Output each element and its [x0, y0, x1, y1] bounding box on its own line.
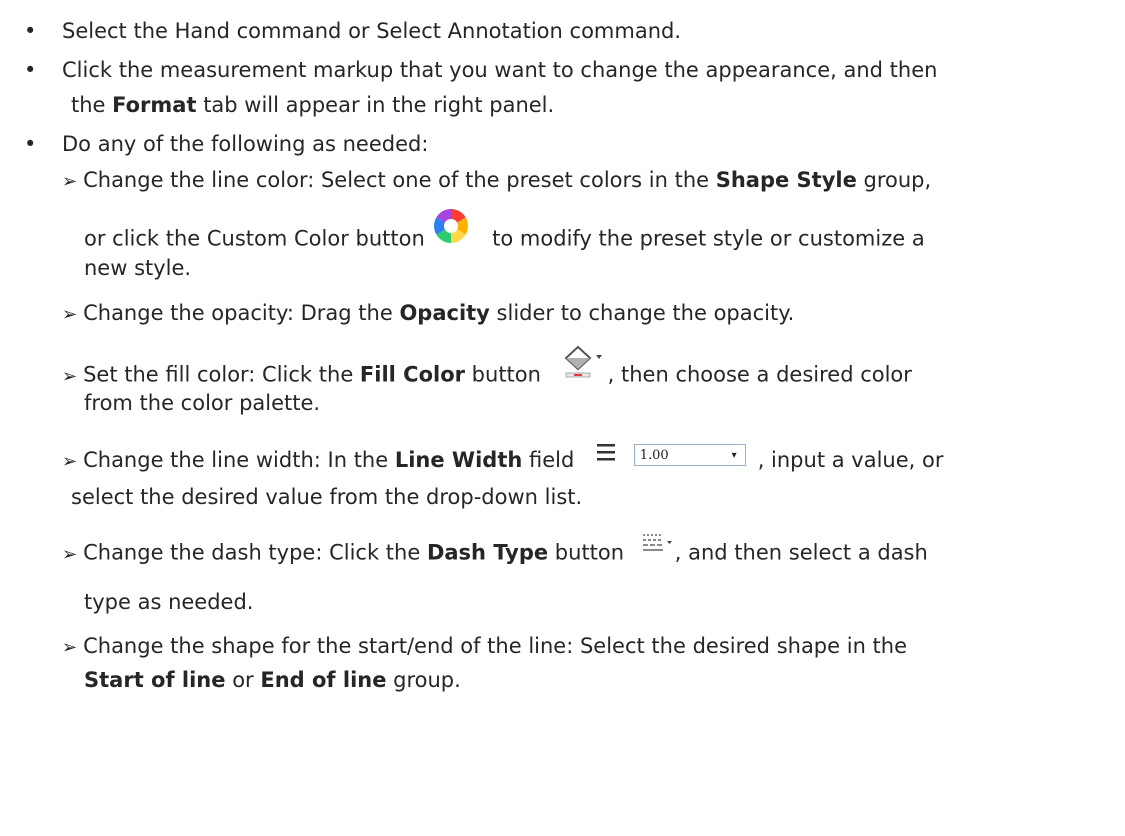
end-of-line-label: End of line [260, 668, 387, 692]
arrow-marker: ➢ [62, 365, 78, 387]
item-dash-type-line-2: type as needed. [84, 588, 253, 616]
text: select the desired value from the drop-d… [71, 485, 583, 509]
bullet-marker: • [24, 19, 37, 43]
text: new style. [84, 256, 192, 280]
text: or [225, 668, 261, 692]
opacity-label: Opacity [399, 301, 490, 325]
text: , input a value, or [757, 448, 944, 472]
text: button [548, 540, 625, 565]
bullet-marker: • [24, 58, 37, 82]
item-line-width-line-2: select the desired value from the drop-d… [71, 483, 582, 511]
text: group, [856, 168, 932, 192]
text: Change the shape for the start/end of th… [83, 634, 908, 658]
fill-color-label: Fill Color [359, 362, 465, 387]
bullet-1-text: Select the Hand command or Select Annota… [62, 19, 682, 43]
format-tab-label: Format [112, 93, 197, 117]
arrow-marker: ➢ [62, 171, 78, 192]
chevron-down-icon: ▾ [731, 450, 737, 461]
bullet-2-text: Click the measurement markup that you wa… [62, 58, 938, 82]
text: group. [386, 668, 461, 692]
text: , and then select a dash [674, 540, 928, 565]
line-width-label: Line Width [394, 448, 523, 472]
text: Set the fill color: Click the [83, 362, 360, 387]
arrow-marker: ➢ [62, 304, 78, 325]
line-width-icon [595, 441, 617, 470]
text: Change the line width: In the [83, 448, 395, 472]
start-of-line-label: Start of line [84, 668, 226, 692]
fill-color-icon [562, 344, 606, 387]
bullet-3-text: Do any of the following as needed: [62, 132, 429, 156]
shape-style-label: Shape Style [715, 168, 857, 192]
item-opacity: ➢ Change the opacity: Drag the Opacity sl… [62, 299, 794, 329]
text: from the color palette. [84, 391, 321, 415]
text: the [71, 93, 113, 117]
bullet-2-line-2: the Format tab will appear in the right … [71, 91, 554, 119]
custom-color-icon [433, 208, 469, 251]
arrow-marker: ➢ [62, 451, 78, 472]
text: Change the line color: Select one of the… [83, 168, 716, 192]
item-line-color: ➢ Change the line color: Select one of th… [62, 166, 931, 196]
text: field [522, 448, 575, 472]
text: tab will appear in the right panel. [196, 93, 555, 117]
line-width-value: 1.00 [639, 448, 669, 463]
bullet-marker: • [24, 132, 37, 156]
bullet-2-line-1: Click the measurement markup that you wa… [62, 56, 937, 84]
text: , then choose a desired color [607, 362, 912, 387]
text: Change the opacity: Drag the [83, 301, 400, 325]
item-line-color-line-3: new style. [84, 254, 191, 282]
bullet-3: Do any of the following as needed: [62, 130, 428, 158]
text: type as needed. [84, 590, 254, 614]
item-fill-color-line-2: from the color palette. [84, 389, 320, 417]
item-dash-type: ➢ Change the dash type: Click the Dash Ty… [62, 534, 928, 569]
item-line-shape: ➢ Change the shape for the start/end of t… [62, 632, 907, 662]
item-line-width: ➢ Change the line width: In the Line Widt… [62, 443, 944, 476]
item-line-color-line-2: or click the Custom Color button to modi… [84, 209, 925, 261]
dash-type-icon [641, 532, 675, 563]
line-width-field[interactable]: 1.00 ▾ [633, 444, 746, 466]
document-page: • Select the Hand command or Select Anno… [0, 0, 1125, 836]
dash-type-label: Dash Type [426, 540, 549, 565]
item-line-shape-line-2: Start of line or End of line group. [84, 666, 461, 694]
text: slider to change the opacity. [489, 301, 795, 325]
text: to modify the preset style or customize … [492, 226, 925, 251]
arrow-marker: ➢ [62, 637, 78, 658]
bullet-1: Select the Hand command or Select Annota… [62, 17, 681, 45]
text: button [465, 362, 541, 387]
text: or click the Custom Color button [84, 226, 425, 251]
arrow-marker: ➢ [62, 543, 78, 565]
text: Change the dash type: Click the [83, 540, 427, 565]
